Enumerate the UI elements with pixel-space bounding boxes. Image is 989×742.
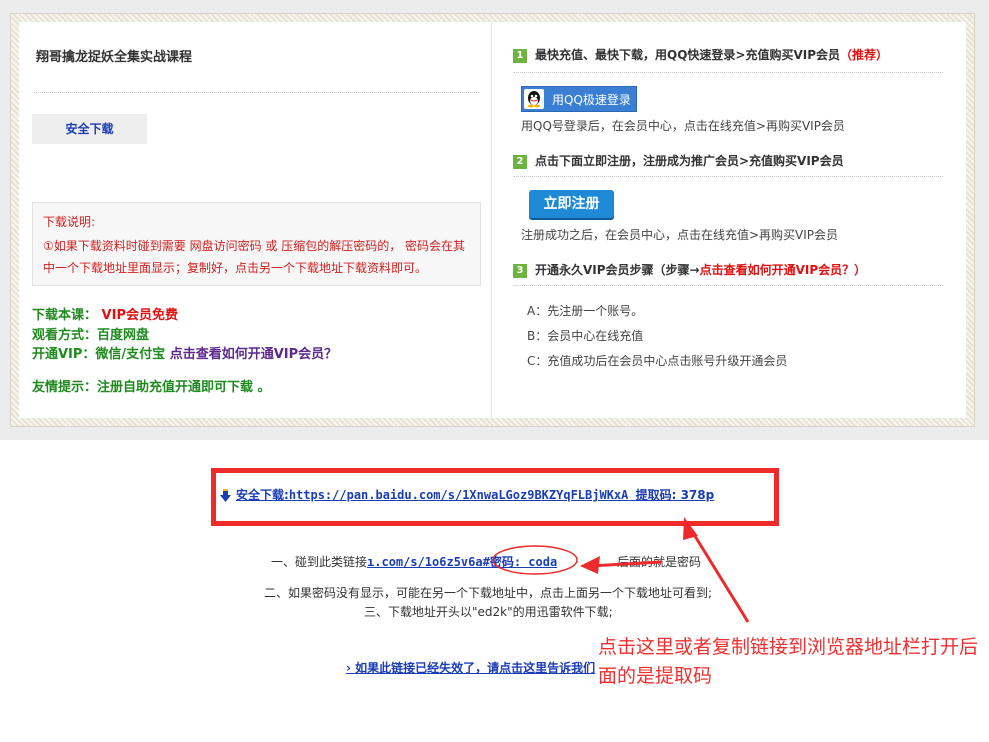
arrow-to-password <box>589 560 662 568</box>
annotation-arrows <box>492 517 750 623</box>
arrow-to-link-head <box>683 517 698 540</box>
password-highlight-ellipse <box>492 545 578 575</box>
annotation-text: 点击这里或者复制链接到浏览器地址栏打开后面的是提取码 <box>598 636 979 687</box>
arrow-to-link <box>688 527 750 623</box>
arrow-to-password-head <box>580 556 600 574</box>
